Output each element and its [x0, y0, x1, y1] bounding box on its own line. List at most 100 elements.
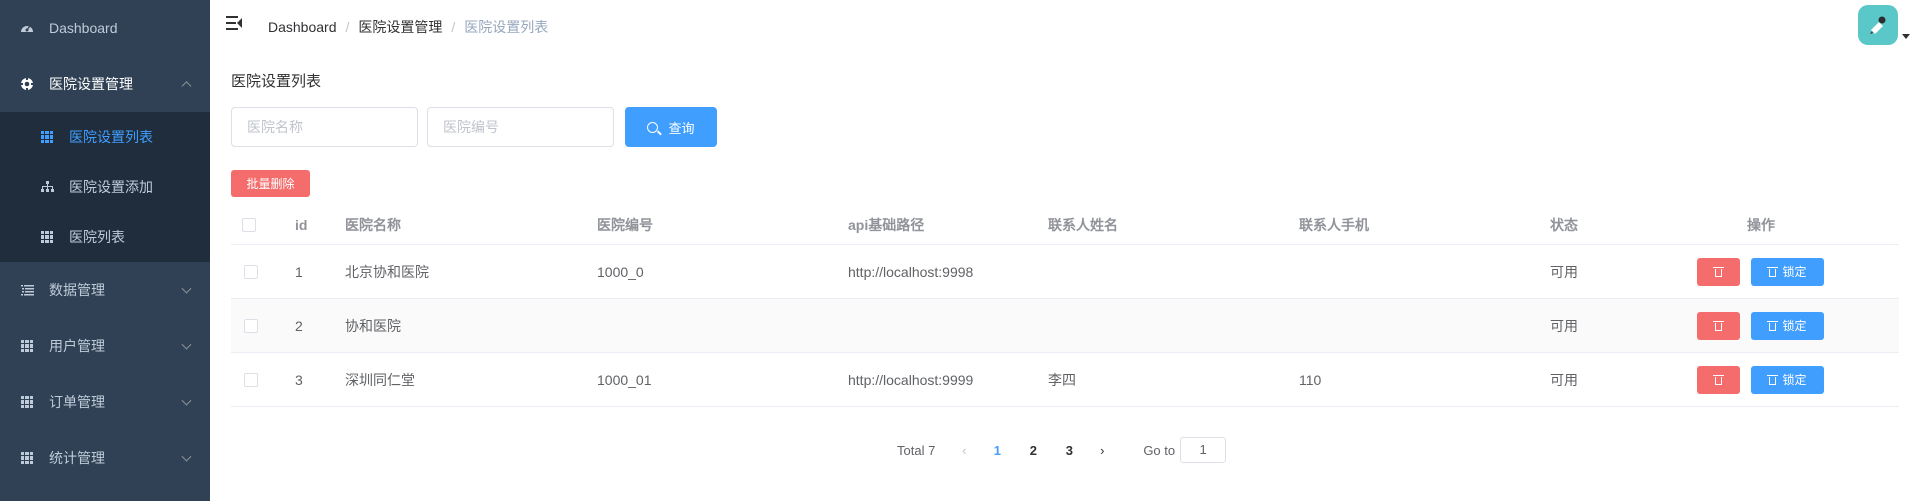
- column-header: 联系人姓名: [1048, 216, 1118, 233]
- list-icon: [20, 283, 34, 297]
- tree-icon: [40, 180, 54, 194]
- table-row: 2 协和医院 可用 锁定: [231, 299, 1899, 353]
- lock-button-label: 锁定: [1782, 265, 1807, 279]
- chevron-down-icon: [181, 339, 192, 350]
- trash-icon: [1713, 374, 1724, 385]
- sidebar-item-hospital-settings[interactable]: 医院设置管理: [0, 56, 210, 112]
- row-checkbox[interactable]: [244, 264, 258, 279]
- trash-icon: [1713, 320, 1724, 331]
- pagination-total: Total 7: [897, 442, 936, 458]
- row-select-cell: [244, 299, 258, 352]
- column-header: api基础路径: [848, 216, 925, 233]
- cell-name: 北京协和医院: [345, 263, 429, 280]
- submenu-item-label: 医院列表: [69, 229, 125, 245]
- dashboard-icon: [20, 21, 34, 35]
- breadcrumb-item-current: 医院设置列表: [464, 19, 549, 35]
- column-header: 医院名称: [345, 216, 401, 233]
- lock-button[interactable]: 锁定: [1751, 365, 1824, 394]
- query-button[interactable]: 查询: [625, 107, 717, 147]
- chevron-up-icon: [181, 81, 192, 92]
- sidebar-item-order-management[interactable]: 订单管理: [0, 374, 210, 430]
- lock-button[interactable]: 锁定: [1751, 257, 1824, 286]
- select-all-cell: [242, 205, 256, 244]
- pagination: Total 7 ‹ 1 2 3 › Go to 1: [897, 436, 1227, 464]
- sidebar-item-label: 医院设置管理: [49, 76, 133, 92]
- page-title: 医院设置列表: [231, 73, 322, 90]
- cell-status: 可用: [1550, 371, 1578, 388]
- search-icon: [647, 121, 659, 133]
- sidebar-item-data-management[interactable]: 数据管理: [0, 262, 210, 318]
- sidebar-item-dashboard[interactable]: Dashboard: [0, 0, 210, 56]
- submenu-item-label: 医院设置添加: [69, 179, 153, 195]
- cell-actions: 锁定: [1697, 299, 1824, 352]
- prev-page-icon[interactable]: ‹: [949, 443, 979, 458]
- trash-icon: [1713, 266, 1724, 277]
- goto-page-input[interactable]: 1: [1180, 437, 1227, 463]
- trash-icon: [1767, 374, 1779, 385]
- select-all-checkbox[interactable]: [242, 217, 256, 232]
- submenu-item-hospital-list[interactable]: 医院列表: [0, 212, 210, 262]
- chevron-down-icon: [181, 395, 192, 406]
- page-number[interactable]: 2: [1015, 443, 1051, 458]
- hamburger-menu-icon[interactable]: [226, 16, 242, 30]
- chevron-down-icon: [181, 283, 192, 294]
- trash-icon: [1767, 266, 1779, 277]
- hospital-code-input[interactable]: [427, 107, 614, 147]
- table-header-row: id 医院名称 医院编号 api基础路径 联系人姓名 联系人手机 状态 操作: [231, 205, 1899, 245]
- cell-api: http://localhost:9998: [848, 263, 974, 280]
- column-header: 状态: [1550, 216, 1578, 233]
- page-number[interactable]: 3: [1051, 443, 1087, 458]
- sidebar-item-user-management[interactable]: 用户管理: [0, 318, 210, 374]
- cell-name: 协和医院: [345, 317, 401, 334]
- query-button-label: 查询: [668, 120, 695, 136]
- row-checkbox[interactable]: [244, 318, 258, 333]
- cell-actions: 锁定: [1697, 245, 1824, 298]
- lock-button-label: 锁定: [1782, 319, 1807, 333]
- user-avatar-dropdown[interactable]: [1858, 5, 1910, 45]
- column-header: 操作: [1747, 216, 1775, 233]
- chevron-down-icon: [181, 451, 192, 462]
- delete-button[interactable]: [1697, 311, 1740, 340]
- sidebar-item-label: 用户管理: [49, 338, 105, 354]
- settings-gear-icon: [20, 77, 34, 91]
- submenu: 医院设置列表 医院设置添加 医院列表: [0, 112, 210, 262]
- cell-code: 1000_01: [597, 371, 652, 388]
- sidebar: Dashboard 医院设置管理 医院设置列表 医院设置添加 医院列表 数据管理: [0, 0, 210, 501]
- breadcrumb-item-dashboard[interactable]: Dashboard: [268, 19, 337, 35]
- cell-code: 1000_0: [597, 263, 644, 280]
- column-header: 联系人手机: [1299, 216, 1369, 233]
- breadcrumb-item-hospital-settings[interactable]: 医院设置管理: [358, 17, 442, 37]
- delete-button[interactable]: [1697, 257, 1740, 286]
- sidebar-item-statistics-management[interactable]: 统计管理: [0, 430, 210, 486]
- column-header: id: [295, 216, 308, 233]
- sidebar-item-label: Dashboard: [49, 20, 118, 36]
- caret-down-icon: [1902, 34, 1910, 39]
- goto-label: Go to: [1143, 442, 1176, 458]
- breadcrumb-separator: /: [451, 19, 456, 35]
- lock-button[interactable]: 锁定: [1751, 311, 1824, 340]
- sidebar-item-label: 统计管理: [49, 450, 105, 466]
- navbar: Dashboard / 医院设置管理 / 医院设置列表: [210, 0, 1920, 50]
- trash-icon: [1767, 320, 1779, 331]
- avatar[interactable]: [1858, 5, 1898, 45]
- cell-id: 2: [295, 317, 303, 334]
- cell-phone: 110: [1299, 371, 1322, 388]
- next-page-icon[interactable]: ›: [1087, 443, 1117, 458]
- sidebar-item-label: 订单管理: [49, 394, 105, 410]
- submenu-item-hospital-settings-list[interactable]: 医院设置列表: [0, 112, 210, 162]
- submenu-item-hospital-settings-add[interactable]: 医院设置添加: [0, 162, 210, 212]
- cell-api: http://localhost:9999: [848, 371, 974, 388]
- row-select-cell: [244, 353, 258, 406]
- row-checkbox[interactable]: [244, 372, 258, 387]
- cell-status: 可用: [1550, 263, 1578, 280]
- delete-button[interactable]: [1697, 365, 1740, 394]
- cell-contact: 李四: [1048, 371, 1076, 388]
- breadcrumb: Dashboard / 医院设置管理 / 医院设置列表: [268, 17, 548, 37]
- page-number[interactable]: 1: [979, 443, 1015, 458]
- table-icon: [40, 130, 54, 144]
- batch-delete-button[interactable]: 批量删除: [231, 170, 310, 197]
- table-row: 1 北京协和医院 1000_0 http://localhost:9998 可用…: [231, 245, 1899, 299]
- table-icon: [20, 395, 34, 409]
- table-icon: [40, 230, 54, 244]
- hospital-name-input[interactable]: [231, 107, 418, 147]
